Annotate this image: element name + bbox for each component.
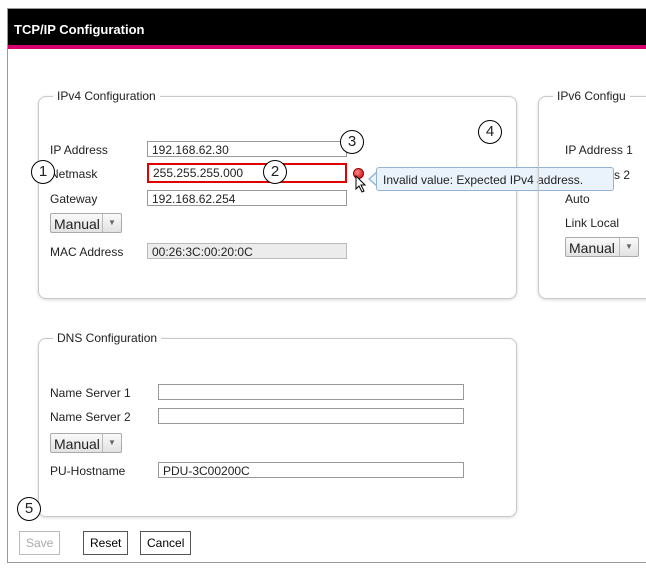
dns-mode-select[interactable]: Manual ▼ <box>50 433 122 453</box>
ipv4-legend: IPv4 Configuration <box>57 89 156 103</box>
ipv6-auto-label: Auto <box>565 192 590 206</box>
name-server-2-label: Name Server 2 <box>50 410 131 424</box>
pu-hostname-input[interactable]: PDU-3C00200C <box>158 462 464 478</box>
ipv6-link-local-label: Link Local <box>565 216 620 230</box>
mouse-pointer-icon <box>355 175 367 193</box>
ipv6-legend: IPv6 Configu <box>557 89 626 103</box>
ipv4-mode-select[interactable]: Manual ▼ <box>50 213 122 233</box>
chevron-down-icon: ▼ <box>102 434 121 452</box>
mac-address-field: 00:26:3C:00:20:0C <box>147 243 347 259</box>
reset-button[interactable]: Reset <box>83 531 129 555</box>
pu-hostname-label: PU-Hostname <box>50 464 126 478</box>
ipv6-ip2-label: s 2 <box>614 168 631 182</box>
ipv6-mode-value: Manual <box>569 240 615 256</box>
name-server-2-input[interactable] <box>158 408 464 424</box>
netmask-label: Netmask <box>50 167 98 181</box>
callout-1: 1 <box>31 160 55 184</box>
mac-address-label: MAC Address <box>50 245 124 259</box>
ip-address-input[interactable]: 192.168.62.30 <box>147 141 347 157</box>
dns-legend: DNS Configuration <box>57 331 158 345</box>
callout-4: 4 <box>478 120 502 144</box>
tcpip-configuration-window: TCP/IP Configuration IPv4 Configuration … <box>7 8 646 563</box>
ipv6-ip1-label: IP Address 1 <box>565 143 633 157</box>
title-bar: TCP/IP Configuration <box>8 9 646 45</box>
netmask-input[interactable]: 255.255.255.000 <box>147 163 347 183</box>
chevron-down-icon: ▼ <box>102 214 121 232</box>
ipv4-mode-value: Manual <box>54 216 100 232</box>
name-server-1-input[interactable] <box>158 384 464 400</box>
gateway-input[interactable]: 192.168.62.254 <box>147 190 347 206</box>
name-server-1-label: Name Server 1 <box>50 386 131 400</box>
gateway-label: Gateway <box>50 192 98 206</box>
ipv6-mode-select[interactable]: Manual ▼ <box>565 237 639 257</box>
accent-stripe <box>8 45 646 49</box>
chevron-down-icon: ▼ <box>619 238 638 256</box>
ipv6-configuration-group: IPv6 Configu <box>538 89 646 299</box>
cancel-button[interactable]: Cancel <box>140 531 192 555</box>
dns-mode-value: Manual <box>54 436 100 452</box>
callout-2: 2 <box>263 160 287 184</box>
window-title: TCP/IP Configuration <box>14 22 145 37</box>
dns-configuration-group: DNS Configuration <box>38 331 517 517</box>
callout-3: 3 <box>340 130 364 154</box>
save-button[interactable]: Save <box>19 531 61 555</box>
callout-5: 5 <box>17 497 41 521</box>
ip-address-label: IP Address <box>50 143 108 157</box>
